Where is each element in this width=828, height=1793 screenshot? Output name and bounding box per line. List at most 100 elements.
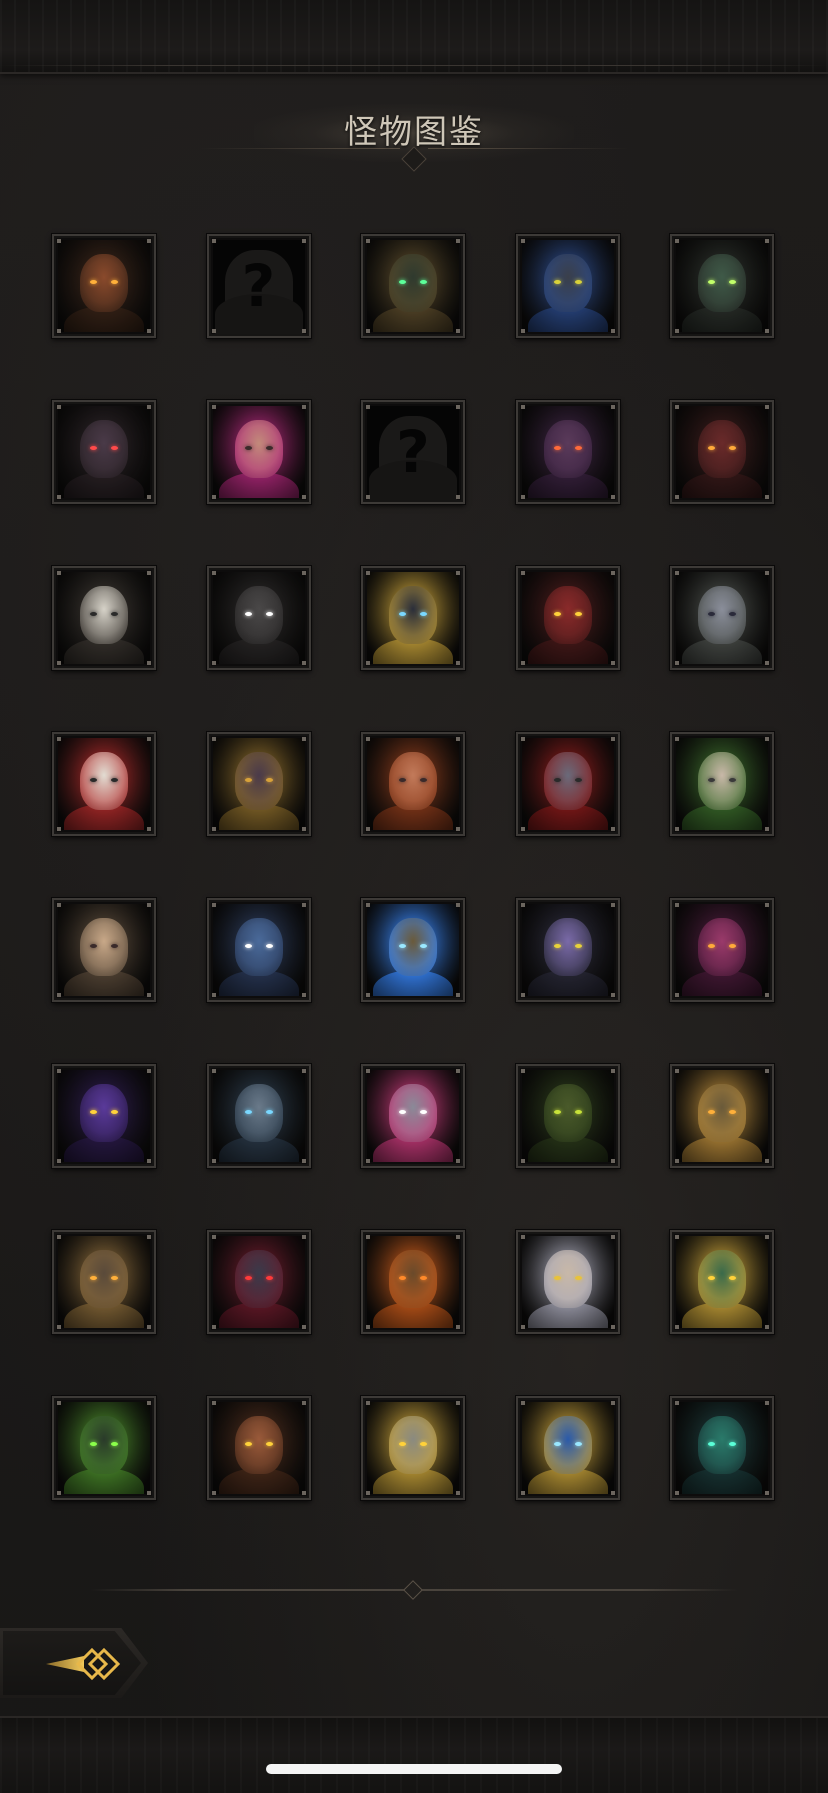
horned-demon-portrait xyxy=(58,240,150,332)
monster-card[interactable]: ? xyxy=(361,400,465,504)
dark-knight-helmet-portrait xyxy=(212,572,305,664)
card-corner-rivet xyxy=(211,737,216,741)
portrait-vignette xyxy=(58,1402,150,1494)
monster-card[interactable] xyxy=(670,566,774,670)
monster-card[interactable] xyxy=(52,1396,156,1500)
card-corner-rivet xyxy=(147,1069,151,1073)
portrait-vignette xyxy=(676,1070,768,1162)
home-indicator[interactable] xyxy=(266,1764,562,1774)
card-corner-rivet xyxy=(301,1491,306,1495)
monster-card[interactable] xyxy=(52,898,156,1002)
monster-card[interactable] xyxy=(206,732,311,836)
monster-card[interactable] xyxy=(670,1230,774,1334)
monster-card[interactable] xyxy=(52,1064,156,1168)
card-corner-rivet xyxy=(765,1401,769,1405)
card-corner-rivet xyxy=(456,1491,460,1495)
monster-card[interactable] xyxy=(670,1064,774,1168)
monster-card[interactable] xyxy=(206,1230,311,1334)
monster-card[interactable] xyxy=(515,400,620,504)
monster-card[interactable] xyxy=(52,1230,156,1334)
divider-ornament xyxy=(403,1580,423,1600)
monster-card[interactable] xyxy=(361,1396,465,1500)
blue-crystal-sigil-portrait xyxy=(521,1402,614,1494)
portrait-vignette xyxy=(367,904,459,996)
card-corner-rivet xyxy=(765,903,769,907)
monster-card[interactable] xyxy=(206,1064,311,1168)
monster-card[interactable] xyxy=(670,400,774,504)
clockwork-golem-portrait xyxy=(676,1070,768,1162)
card-corner-rivet xyxy=(301,1069,306,1073)
monster-card[interactable] xyxy=(670,234,774,338)
card-corner-rivet xyxy=(301,571,306,575)
card-corner-rivet xyxy=(765,1069,769,1073)
card-corner-rivet xyxy=(366,903,370,907)
card-corner-rivet xyxy=(610,1235,615,1239)
card-corner-rivet xyxy=(765,329,769,333)
monster-card[interactable] xyxy=(361,898,465,1002)
hooded-assassin-portrait xyxy=(58,572,150,664)
bottom-ornamental-band xyxy=(0,1716,828,1793)
portrait-vignette xyxy=(212,904,305,996)
monster-card[interactable] xyxy=(515,732,620,836)
card-corner-rivet xyxy=(675,903,679,907)
monster-card[interactable] xyxy=(515,898,620,1002)
card-corner-rivet xyxy=(211,405,216,409)
monster-card[interactable] xyxy=(515,566,620,670)
card-corner-rivet xyxy=(366,239,370,243)
card-corner-rivet xyxy=(675,239,679,243)
purple-beast-portrait xyxy=(58,1070,150,1162)
portrait-vignette xyxy=(521,1402,614,1494)
monster-card[interactable] xyxy=(52,566,156,670)
monster-card[interactable] xyxy=(206,400,311,504)
card-corner-rivet xyxy=(675,1401,679,1405)
monster-card[interactable] xyxy=(361,566,465,670)
portrait-vignette xyxy=(212,572,305,664)
portrait-vignette xyxy=(676,240,768,332)
monster-card[interactable]: ? xyxy=(206,234,311,338)
card-corner-rivet xyxy=(520,239,525,243)
card-corner-rivet xyxy=(57,1491,61,1495)
card-corner-rivet xyxy=(765,1159,769,1163)
hooded-pale-woman-portrait xyxy=(676,572,768,664)
portrait-vignette xyxy=(521,1236,614,1328)
monster-card[interactable] xyxy=(52,732,156,836)
card-corner-rivet xyxy=(147,827,151,831)
card-corner-rivet xyxy=(366,1069,370,1073)
card-corner-rivet xyxy=(57,495,61,499)
card-corner-rivet xyxy=(211,1401,216,1405)
monster-card[interactable] xyxy=(515,1064,620,1168)
card-corner-rivet xyxy=(675,1491,679,1495)
monster-card[interactable] xyxy=(361,1230,465,1334)
monster-card[interactable] xyxy=(361,732,465,836)
red-maw-beast-portrait xyxy=(676,406,768,498)
monster-card[interactable] xyxy=(515,1396,620,1500)
card-corner-rivet xyxy=(520,903,525,907)
monster-card[interactable] xyxy=(361,1064,465,1168)
card-corner-rivet xyxy=(211,1491,216,1495)
monster-card[interactable] xyxy=(206,898,311,1002)
card-corner-rivet xyxy=(675,571,679,575)
monster-card[interactable] xyxy=(515,234,620,338)
portrait-vignette xyxy=(367,1070,459,1162)
monster-card[interactable] xyxy=(52,400,156,504)
card-corner-rivet xyxy=(366,737,370,741)
card-corner-rivet xyxy=(610,1401,615,1405)
portrait-vignette xyxy=(58,240,150,332)
monster-card[interactable] xyxy=(515,1230,620,1334)
monster-card[interactable] xyxy=(206,1396,311,1500)
monster-card[interactable] xyxy=(670,732,774,836)
card-corner-rivet xyxy=(147,1159,151,1163)
monster-card[interactable] xyxy=(206,566,311,670)
monster-card[interactable] xyxy=(361,234,465,338)
portrait-vignette xyxy=(521,240,614,332)
card-corner-rivet xyxy=(366,827,370,831)
card-corner-rivet xyxy=(57,1159,61,1163)
card-corner-rivet xyxy=(675,1235,679,1239)
monster-grid: ?? xyxy=(52,234,776,1500)
monster-card[interactable] xyxy=(670,1396,774,1500)
monster-card[interactable] xyxy=(670,898,774,1002)
card-corner-rivet xyxy=(57,329,61,333)
monster-card[interactable] xyxy=(52,234,156,338)
card-corner-rivet xyxy=(301,495,306,499)
card-corner-rivet xyxy=(147,329,151,333)
